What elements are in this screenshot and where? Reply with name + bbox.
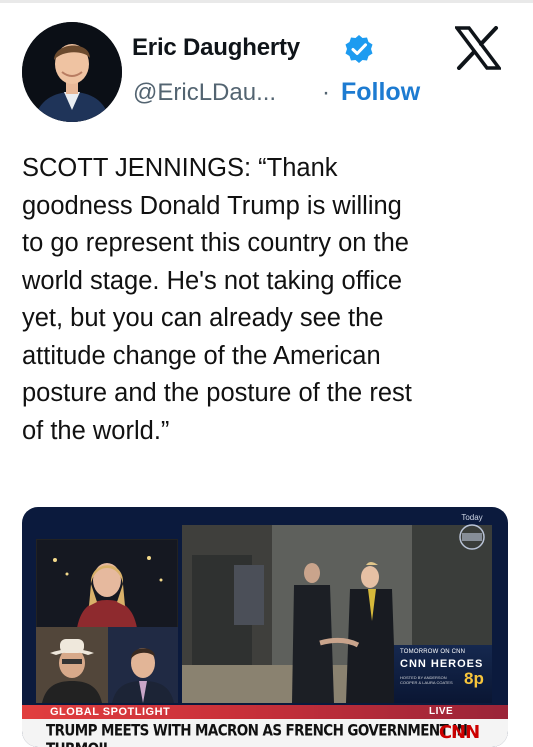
media-video[interactable]: Today TOMORROW ON CNN CNN HEROES HOSTED … [22, 507, 508, 747]
promo-hosts: HOSTED BY ANDERSON COOPER & LAURA COATES [400, 675, 453, 685]
guest-panel-right [108, 627, 178, 703]
cnn-logo-icon: CNN [438, 722, 480, 743]
cnn-heroes-promo: TOMORROW ON CNN CNN HEROES HOSTED BY AND… [394, 645, 492, 703]
author-name[interactable]: Eric Daugherty [132, 34, 300, 62]
author-handle[interactable]: @EricLDau... [133, 79, 276, 107]
x-logo-icon[interactable] [455, 26, 501, 70]
tweet-text: SCOTT JENNINGS: “Thank goodness Donald T… [22, 154, 412, 445]
avatar[interactable] [22, 22, 122, 122]
follow-button[interactable]: Follow [341, 78, 420, 107]
guest-panel-left [36, 627, 108, 703]
verified-badge-icon [345, 35, 373, 63]
today-badge: Today [452, 513, 492, 553]
separator-dot: · [322, 79, 330, 106]
top-divider [0, 0, 533, 3]
promo-time: 8p [464, 669, 484, 688]
today-label: Today [461, 513, 483, 522]
promo-line-1: TOMORROW ON CNN [400, 649, 466, 655]
spotlight-label: GLOBAL SPOTLIGHT [50, 706, 171, 718]
live-tag: LIVE [429, 706, 454, 717]
anchor-panel [36, 539, 178, 629]
